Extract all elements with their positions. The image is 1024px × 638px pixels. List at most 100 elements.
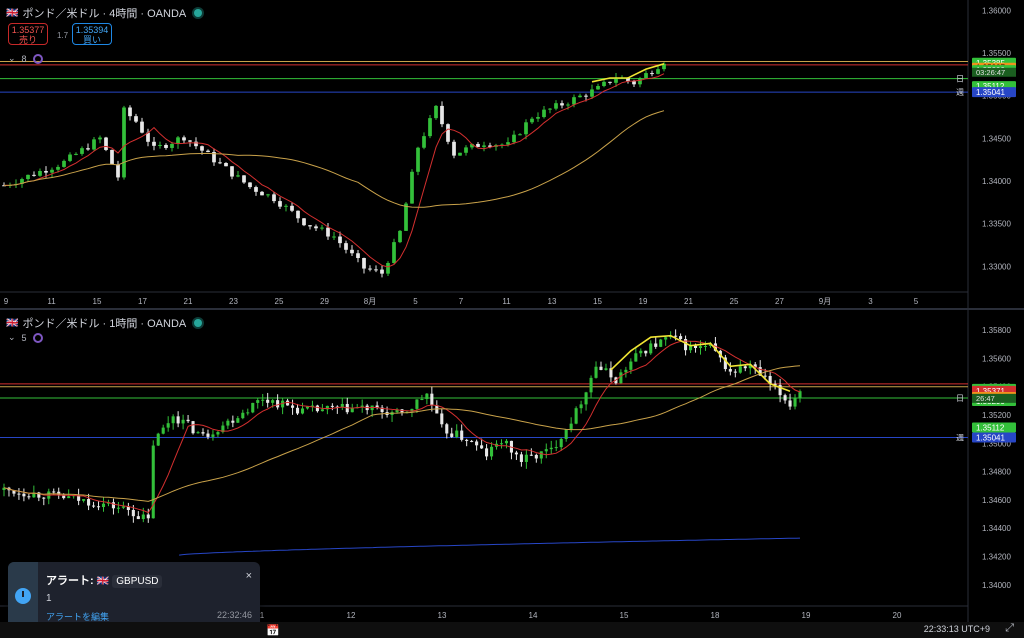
market-open-icon: [194, 319, 203, 327]
candle-body: [96, 506, 101, 508]
candle-body: [599, 366, 603, 370]
pane1-header: 🇬🇧 ポンド／米ドル · 4時間 · OANDA: [6, 5, 203, 21]
y-tick-label: 1.34200: [982, 552, 1011, 561]
candle-body: [465, 439, 469, 441]
candle-body: [619, 372, 623, 384]
candle-body: [50, 169, 54, 173]
candle-body: [188, 140, 192, 142]
candle-body: [596, 86, 600, 90]
weekly-marker-label: 週: [956, 434, 964, 443]
candle-body: [524, 122, 528, 135]
candle-body: [242, 175, 246, 183]
indicator-toggle[interactable]: ⌄ 8: [8, 53, 43, 64]
zigzag-line: [610, 334, 791, 392]
eye-icon[interactable]: [32, 332, 43, 343]
candle-body: [415, 399, 419, 409]
bottom-toolbar: 📅 22:33:13 UTC+9 ⤢: [0, 622, 1024, 638]
x-tick-label: 9月: [819, 297, 831, 306]
candle-body: [305, 406, 310, 409]
candle-body: [141, 514, 145, 520]
y-tick-label: 1.35600: [982, 354, 1011, 363]
candle-body: [788, 400, 792, 407]
candle-body: [92, 505, 96, 507]
candle-body: [644, 350, 648, 354]
candle-body: [236, 175, 240, 177]
expand-icon[interactable]: ⤢: [1005, 622, 1014, 635]
candle-body: [783, 395, 787, 401]
candle-body: [430, 393, 434, 406]
y-tick-label: 1.34000: [982, 581, 1011, 590]
candle-body: [278, 201, 282, 207]
countdown-text: 26:47: [976, 394, 995, 403]
candle-body: [181, 419, 185, 424]
candle-body: [314, 226, 318, 229]
candle-body: [82, 499, 86, 501]
candle-body: [326, 227, 330, 237]
candle-body: [128, 107, 132, 117]
candle-body: [392, 242, 396, 264]
x-tick-label: 27: [775, 297, 784, 306]
chart-pane-4h[interactable]: 1.360001.355001.350001.345001.340001.335…: [0, 0, 1024, 310]
candle-body: [236, 418, 240, 423]
candle-body: [110, 149, 114, 165]
buy-button[interactable]: 1.35394 買い: [72, 23, 112, 45]
candle-body: [276, 400, 280, 408]
candle-body: [186, 419, 190, 422]
alert-message: 1: [46, 593, 52, 604]
candle-body: [530, 118, 534, 123]
candle-body: [320, 409, 324, 412]
candle-body: [542, 109, 546, 118]
eye-icon[interactable]: [32, 53, 43, 64]
x-tick-label: 21: [184, 297, 193, 306]
candle-body: [302, 218, 306, 226]
candle-body: [504, 440, 509, 444]
candle-body: [206, 433, 210, 437]
candle-body: [62, 160, 66, 167]
moving-average-slow: [3, 365, 801, 502]
x-tick-label: 15: [620, 611, 629, 620]
currency-flag-icon: 🇬🇧: [6, 7, 19, 19]
candle-body: [584, 392, 588, 405]
daily-marker-label: 日: [956, 394, 964, 403]
candle-body: [200, 146, 204, 151]
x-tick-label: 15: [593, 297, 602, 306]
candle-body: [524, 454, 528, 462]
candle-body: [519, 454, 523, 462]
candle-body: [191, 421, 195, 434]
y-tick-label: 1.34000: [982, 177, 1011, 186]
candle-body: [659, 339, 663, 347]
candle-body: [152, 141, 156, 146]
chart-4h-svg[interactable]: 1.360001.355001.350001.345001.340001.335…: [0, 0, 1024, 308]
candle-body: [650, 73, 654, 75]
candle-body: [224, 162, 228, 167]
clock-readout[interactable]: 22:33:13 UTC+9: [924, 624, 990, 634]
y-tick-label: 1.34500: [982, 134, 1011, 143]
x-tick-label: 29: [320, 297, 329, 306]
candle-body: [475, 441, 479, 446]
candle-body: [654, 343, 658, 347]
candle-body: [604, 368, 608, 370]
candle-body: [121, 506, 125, 508]
candle-body: [22, 493, 26, 497]
candle-body: [569, 423, 573, 430]
candle-body: [534, 454, 538, 459]
candle-body: [733, 371, 737, 373]
x-tick-label: 7: [459, 297, 464, 306]
candle-body: [539, 451, 543, 459]
daily-marker-label: 日: [956, 75, 964, 84]
close-icon[interactable]: ×: [246, 570, 252, 582]
candle-body: [52, 491, 56, 493]
sell-button[interactable]: 1.35377 売り: [8, 23, 48, 45]
x-tick-label: 23: [229, 297, 238, 306]
candle-body: [560, 103, 564, 106]
candle-body: [356, 253, 360, 259]
candle-body: [156, 433, 160, 446]
x-tick-label: 13: [548, 297, 557, 306]
y-tick-label: 1.33500: [982, 220, 1011, 229]
candle-body: [638, 78, 642, 85]
candle-body: [201, 432, 205, 434]
indicator-toggle[interactable]: ⌄ 5: [8, 332, 43, 343]
price-label-text: 1.35041: [976, 434, 1005, 443]
alert-title-text: アラート:: [46, 575, 94, 587]
calendar-icon[interactable]: 📅: [266, 624, 280, 637]
